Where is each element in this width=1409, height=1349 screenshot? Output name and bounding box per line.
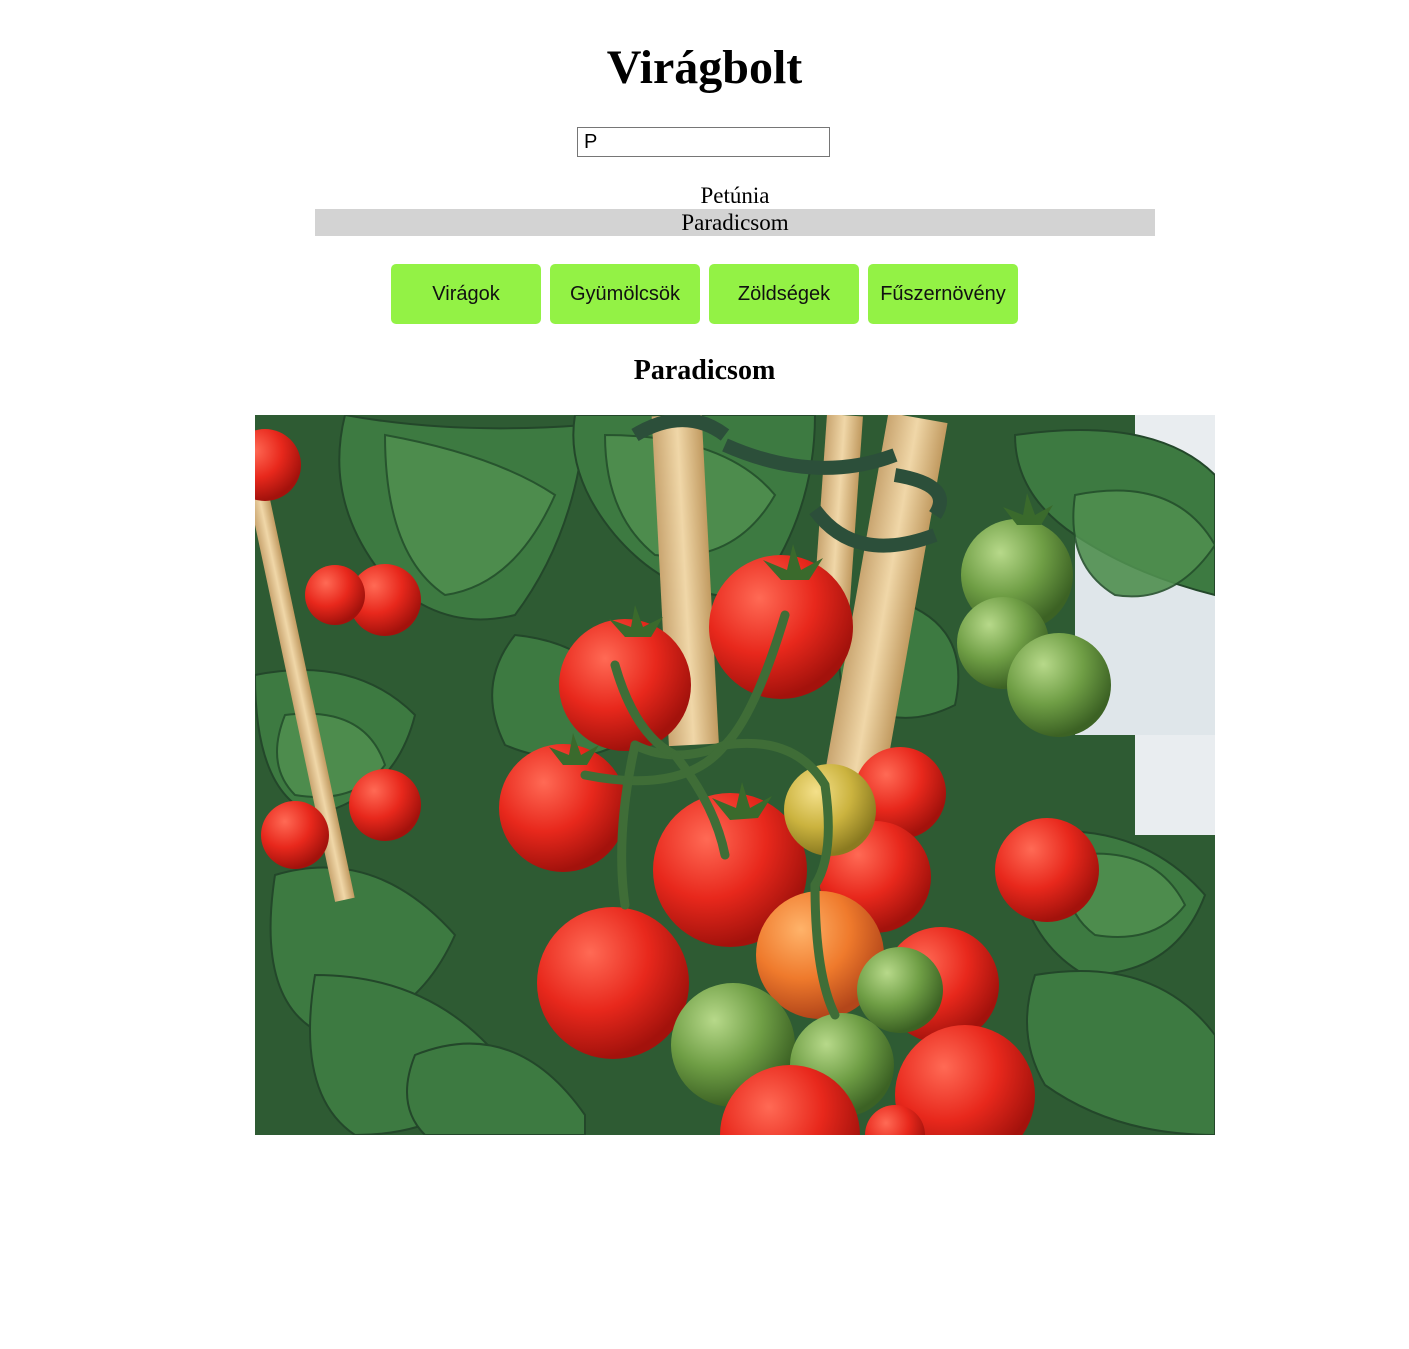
suggestion-item-petunia[interactable]: Petúnia: [315, 182, 1155, 209]
product-image: [255, 415, 1215, 1135]
category-button-gyumolcsok[interactable]: Gyümölcsök: [550, 264, 700, 324]
suggestion-item-paradicsom[interactable]: Paradicsom: [315, 209, 1155, 236]
suggestion-list: Petúnia Paradicsom: [315, 182, 1155, 236]
category-buttons: Virágok Gyümölcsök Zöldségek Fűszernövén…: [391, 264, 1018, 324]
category-button-fuszernoveny[interactable]: Fűszernövény: [868, 264, 1018, 324]
product-title: Paradicsom: [633, 355, 776, 386]
search-input[interactable]: [577, 127, 830, 157]
page-title: Virágbolt: [606, 41, 803, 94]
category-button-zoldsegek[interactable]: Zöldségek: [709, 264, 859, 324]
category-button-viragok[interactable]: Virágok: [391, 264, 541, 324]
tomato-plant-illustration: [255, 415, 1215, 1135]
page: Virágbolt Petúnia Paradicsom Virágok Gyü…: [0, 0, 1409, 1349]
